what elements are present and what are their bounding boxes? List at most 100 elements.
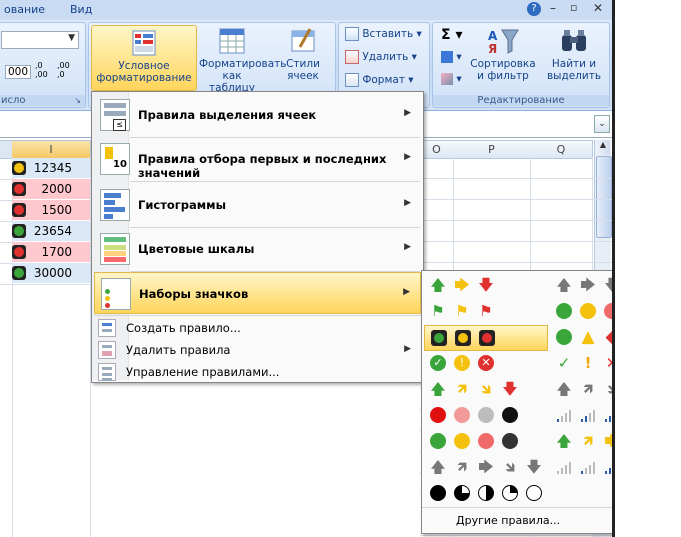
menu-item-clear-rules[interactable]: Удалить правила ▶ <box>94 339 421 360</box>
icon-set-red-to-black[interactable] <box>424 403 544 427</box>
number-format-select[interactable]: ▼ <box>1 31 79 49</box>
green-circle-icon <box>556 303 572 319</box>
icon-set-5-quarters[interactable] <box>424 481 549 505</box>
fill-icon[interactable]: ▾ <box>441 51 462 63</box>
arrow-up-icon: 🡅 <box>430 458 446 476</box>
signal-bars-icon <box>556 407 572 423</box>
chevron-down-icon: ▼ <box>68 33 75 43</box>
menu-item-label: Гистограммы <box>138 198 226 212</box>
cell-value: 23654 <box>33 224 72 238</box>
cell[interactable]: 1700 <box>12 242 90 262</box>
conditional-formatting-button[interactable]: Условное форматирование <box>91 25 197 91</box>
traffic-light-icon <box>12 203 26 217</box>
traffic-light-icon <box>455 330 471 346</box>
expand-formula-bar-icon[interactable]: ⌄ <box>594 115 610 133</box>
thousands-separator-button[interactable]: 000 <box>5 65 32 79</box>
new-rule-icon <box>98 319 116 337</box>
flag-icon: ⚑ <box>479 302 493 320</box>
menu-item-highlight-rules[interactable]: ≤ Правила выделения ячеек ▶ <box>94 94 421 136</box>
svg-text:А: А <box>488 29 498 43</box>
help-icon[interactable]: ? <box>527 2 541 16</box>
arrow-up-right-icon: 🡽 <box>582 380 594 398</box>
column-header-o[interactable]: O <box>420 140 454 159</box>
binoculars-icon <box>562 30 586 51</box>
cell[interactable]: 1500 <box>12 200 90 220</box>
restore-icon[interactable]: ▫ <box>570 1 577 14</box>
close-icon[interactable]: ✕ <box>593 1 603 15</box>
traffic-light-icon <box>479 330 495 346</box>
color-scales-icon <box>100 233 130 265</box>
table-row[interactable]: 12345 <box>0 158 90 180</box>
submenu-arrow-icon: ▶ <box>404 198 411 208</box>
scroll-thumb[interactable] <box>596 156 612 238</box>
tab-view[interactable]: Вид <box>70 3 92 16</box>
cell-value: 12345 <box>33 161 72 175</box>
submenu-arrow-icon: ▶ <box>404 108 411 118</box>
cell-styles-button[interactable]: Стили ячеек <box>275 27 331 91</box>
triangle-icon: ▲ <box>581 327 595 347</box>
icon-set-3-symbols-circled[interactable]: ✓ ! ✕ <box>424 351 544 375</box>
icon-set-3-traffic-lights-rimmed[interactable] <box>424 325 548 351</box>
icon-set-3-arrows-colored[interactable]: 🡅 🡆 🡇 <box>424 273 544 297</box>
sort-filter-button[interactable]: А Я Сортировка и фильтр <box>467 27 539 91</box>
menu-item-data-bars[interactable]: Гистограммы ▶ <box>94 184 421 226</box>
gridline <box>420 178 612 179</box>
tab-review[interactable]: ование <box>4 3 45 16</box>
column-header-q[interactable]: Q <box>530 140 593 159</box>
menu-item-top-bottom-rules[interactable]: 10 Правила отбора первых и последних зна… <box>94 138 421 180</box>
arrow-up-right-icon: 🡽 <box>582 432 594 450</box>
autosum-icon[interactable]: Σ ▾ <box>441 27 462 43</box>
menu-item-label: Удалить правила <box>126 343 231 357</box>
delete-label: Удалить <box>362 51 409 63</box>
cell[interactable]: 12345 <box>12 158 90 178</box>
increase-decimal-button[interactable]: ,0 ,00 <box>35 61 53 79</box>
check-circle-icon: ✓ <box>430 355 446 371</box>
icon-set-5-arrows-gray[interactable]: 🡅 🡽 🡆 🡾 🡇 <box>424 455 549 479</box>
icon-set-4-arrows-colored[interactable]: 🡅 🡽 🡾 🡇 <box>424 377 544 401</box>
check-icon: ✓ <box>557 354 571 372</box>
yellow-circle-icon <box>580 303 596 319</box>
format-as-table-button[interactable]: Форматировать как таблицу <box>199 27 286 94</box>
decrease-decimal-button[interactable]: ,00 ,0 <box>57 61 77 79</box>
arrow-up-icon: 🡅 <box>430 276 446 294</box>
cell[interactable]: 2000 <box>12 179 90 199</box>
menu-item-label: Цветовые шкалы <box>138 242 255 256</box>
format-button[interactable]: Формат ▾ <box>345 73 414 87</box>
table-row[interactable]: 23654 <box>0 221 90 243</box>
arrow-right-icon: 🡆 <box>478 458 494 476</box>
dialog-launcher-icon[interactable]: ↘ <box>74 96 81 105</box>
pink-circle-icon <box>454 407 470 423</box>
number-group-label: исло <box>0 95 85 106</box>
arrow-up-icon: 🡅 <box>556 380 572 398</box>
table-row[interactable]: 1700 <box>0 242 90 264</box>
scroll-up-icon[interactable]: ▲ <box>596 140 610 155</box>
insert-button[interactable]: Вставить ▾ <box>345 27 422 41</box>
column-header-p[interactable]: P <box>453 140 531 159</box>
menu-item-color-scales[interactable]: Цветовые шкалы ▶ <box>94 228 421 270</box>
format-label: Формат <box>362 74 405 86</box>
green-circle-icon <box>556 329 572 345</box>
gray-circle-icon <box>478 407 494 423</box>
table-row[interactable]: 30000 <box>0 263 90 285</box>
table-row[interactable]: 2000 <box>0 179 90 201</box>
menu-item-icon-sets[interactable]: Наборы значков ▶ <box>94 272 421 314</box>
find-select-button[interactable]: Найти и выделить <box>541 27 607 91</box>
clear-icon[interactable]: ▾ <box>441 73 462 85</box>
column-header-i[interactable]: I <box>12 140 91 159</box>
minimize-icon[interactable]: – <box>550 1 556 15</box>
traffic-light-icon <box>12 266 26 280</box>
menu-item-manage-rules[interactable]: Управление правилами... <box>94 361 421 382</box>
icon-set-4-traffic-lights[interactable] <box>424 429 544 453</box>
table-row[interactable]: 1500 <box>0 200 90 222</box>
cell-styles-icon <box>291 28 315 52</box>
delete-button[interactable]: Удалить ▾ <box>345 50 417 64</box>
menu-item-label: Управление правилами... <box>126 365 280 379</box>
cell[interactable]: 23654 <box>12 221 90 241</box>
icon-set-3-flags[interactable]: ⚑ ⚑ ⚑ <box>424 299 544 323</box>
menu-item-label: Создать правило... <box>126 321 241 335</box>
conditional-formatting-menu: ≤ Правила выделения ячеек ▶ 10 Правила о… <box>91 91 424 383</box>
menu-item-new-rule[interactable]: Создать правило... <box>94 317 421 338</box>
cell[interactable]: 30000 <box>12 263 90 283</box>
flag-icon: ⚑ <box>431 302 445 320</box>
more-rules-label: Другие правила... <box>456 514 561 527</box>
